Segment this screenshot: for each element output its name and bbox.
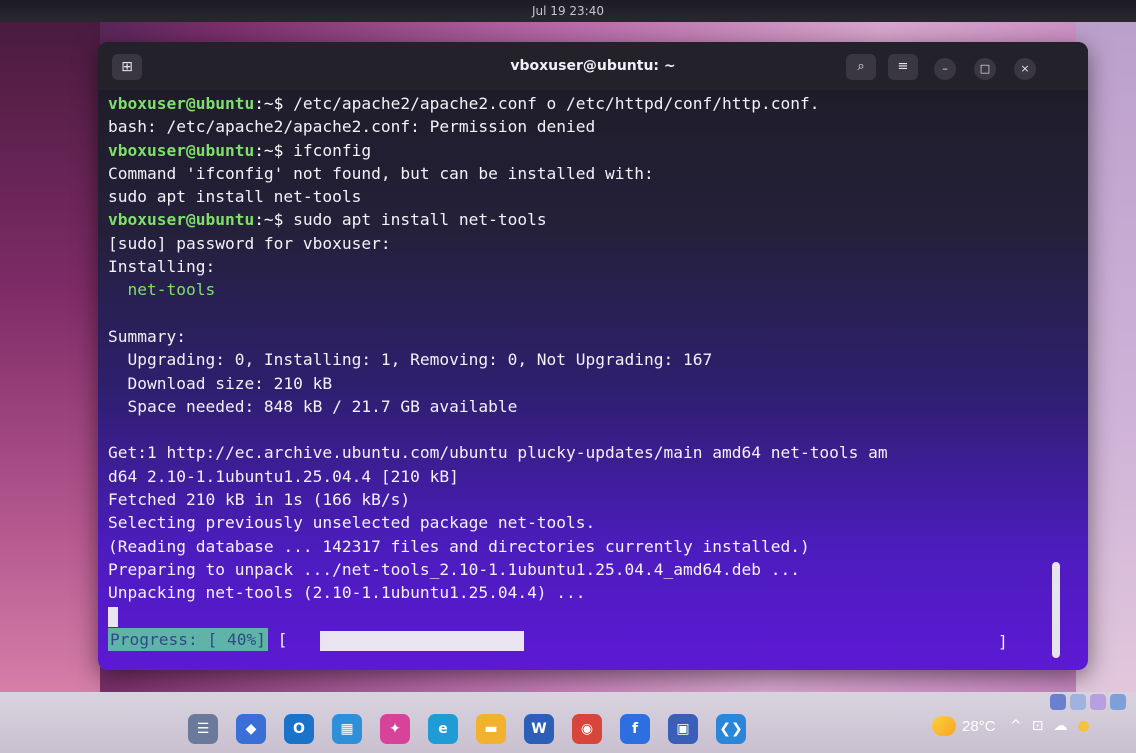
- tray-icon[interactable]: [1090, 694, 1106, 710]
- output-text: Fetched 210 kB in 1s (166 kB/s): [108, 490, 411, 510]
- terminal-line: Installing:: [108, 255, 1058, 278]
- terminal-titlebar[interactable]: ⊞ vboxuser@ubuntu: ~ ⌕ ≡ – □ ×: [98, 42, 1088, 90]
- tray-overflow[interactable]: [1050, 692, 1126, 712]
- host-taskbar: ☰ ◆ O ▦ ✦ e ▬ W ◉ f ▣ ❮❯ 28°C ^ ⊡ ☁ ●: [0, 692, 1136, 753]
- terminal-line: d64 2.10-1.1ubuntu1.25.04.4 [210 kB]: [108, 465, 1058, 488]
- tray-icon[interactable]: [1110, 694, 1126, 710]
- weather-widget[interactable]: 28°C: [932, 716, 996, 736]
- cursor-line: [108, 605, 1058, 628]
- terminal-line: Get:1 http://ec.archive.ubuntu.com/ubunt…: [108, 441, 1058, 464]
- output-text: sudo apt install net-tools: [108, 187, 362, 207]
- output-text: Installing:: [108, 257, 216, 277]
- prompt-user: vboxuser@ubuntu: [108, 140, 255, 160]
- notification-icon[interactable]: ●: [1077, 718, 1089, 734]
- edge-icon[interactable]: e: [428, 714, 458, 744]
- terminal-line: vboxuser@ubuntu:~$ sudo apt install net-…: [108, 208, 1058, 231]
- partly-cloudy-icon: [932, 716, 956, 736]
- desktop-wallpaper-left: [0, 22, 100, 692]
- terminal-line: Command 'ifconfig' not found, but can be…: [108, 162, 1058, 185]
- terminal-line: [sudo] password for vboxuser:: [108, 232, 1058, 255]
- progress-bar-fill: [320, 630, 524, 651]
- output-text: net-tools: [108, 280, 216, 300]
- file-explorer-icon[interactable]: ▬: [476, 714, 506, 744]
- tray-icon[interactable]: [1050, 694, 1066, 710]
- output-text: [sudo] password for vboxuser:: [108, 233, 391, 253]
- progress-label: Progress: [ 40%]: [108, 627, 268, 652]
- facebook-icon[interactable]: f: [620, 714, 650, 744]
- terminal-line: vboxuser@ubuntu:~$ /etc/apache2/apache2.…: [108, 92, 1058, 115]
- output-text: Summary:: [108, 326, 186, 346]
- desktop-top-bar: Jul 19 23:40: [0, 0, 1136, 22]
- terminal-line: Summary:: [108, 325, 1058, 348]
- network-icon[interactable]: ⊡: [1032, 718, 1044, 734]
- command-text: sudo apt install net-tools: [293, 210, 547, 230]
- prompt-path: :~$: [254, 140, 294, 160]
- hamburger-menu-icon[interactable]: ≡: [888, 54, 918, 80]
- chrome-icon[interactable]: ◉: [572, 714, 602, 744]
- prompt-user: vboxuser@ubuntu: [108, 94, 255, 113]
- progress-open-bracket: [: [267, 629, 288, 649]
- output-text: Get:1 http://ec.archive.ubuntu.com/ubunt…: [108, 443, 888, 463]
- prompt-path: :~$: [254, 210, 294, 230]
- output-text: Download size: 210 kB: [108, 373, 333, 393]
- close-icon[interactable]: ×: [1014, 58, 1036, 80]
- prompt-user: vboxuser@ubuntu: [108, 210, 255, 230]
- maximize-icon[interactable]: □: [974, 58, 996, 80]
- terminal-cursor: [108, 607, 118, 628]
- minimize-icon[interactable]: –: [934, 58, 956, 80]
- terminal-line: Selecting previously unselected package …: [108, 511, 1058, 534]
- terminal-window: ⊞ vboxuser@ubuntu: ~ ⌕ ≡ – □ × vboxuser@…: [98, 42, 1088, 670]
- progress-close-bracket: ]: [998, 631, 1008, 651]
- prompt-path: :~$: [254, 94, 294, 113]
- command-text: /etc/apache2/apache2.conf o /etc/httpd/c…: [293, 94, 820, 113]
- terminal-line: Upgrading: 0, Installing: 1, Removing: 0…: [108, 348, 1058, 371]
- output-text: d64 2.10-1.1ubuntu1.25.04.4 [210 kB]: [108, 466, 459, 486]
- search-icon[interactable]: ⌕: [846, 54, 876, 80]
- store-icon[interactable]: ▦: [332, 714, 362, 744]
- outlook-icon[interactable]: O: [284, 714, 314, 744]
- widgets-icon[interactable]: ◆: [236, 714, 266, 744]
- task-view-icon[interactable]: ☰: [188, 714, 218, 744]
- output-text: bash: /etc/apache2/apache2.conf: Permiss…: [108, 117, 596, 137]
- terminal-line: bash: /etc/apache2/apache2.conf: Permiss…: [108, 115, 1058, 138]
- terminal-output[interactable]: vboxuser@ubuntu:~$ /etc/apache2/apache2.…: [108, 92, 1058, 662]
- terminal-line: Download size: 210 kB: [108, 372, 1058, 395]
- output-text: Unpacking net-tools (2.10-1.1ubuntu1.25.…: [108, 583, 586, 603]
- progress-row: Progress: [ 40%] []: [108, 627, 1058, 654]
- taskbar-apps: ☰ ◆ O ▦ ✦ e ▬ W ◉ f ▣ ❮❯: [188, 714, 746, 744]
- output-text: Command 'ifconfig' not found, but can be…: [108, 163, 654, 183]
- terminal-line: Fetched 210 kB in 1s (166 kB/s): [108, 488, 1058, 511]
- terminal-line: Unpacking net-tools (2.10-1.1ubuntu1.25.…: [108, 581, 1058, 604]
- word-icon[interactable]: W: [524, 714, 554, 744]
- virtualbox-icon[interactable]: ▣: [668, 714, 698, 744]
- terminal-line: vboxuser@ubuntu:~$ ifconfig: [108, 139, 1058, 162]
- terminal-line: net-tools: [108, 278, 1058, 301]
- terminal-line: sudo apt install net-tools: [108, 185, 1058, 208]
- system-tray[interactable]: ^ ⊡ ☁ ●: [1010, 718, 1090, 734]
- copilot-icon[interactable]: ✦: [380, 714, 410, 744]
- output-text: Selecting previously unselected package …: [108, 513, 596, 533]
- terminal-line: (Reading database ... 142317 files and d…: [108, 535, 1058, 558]
- output-text: Space needed: 848 kB / 21.7 GB available: [108, 396, 518, 416]
- output-text: Upgrading: 0, Installing: 1, Removing: 0…: [108, 350, 713, 370]
- chevron-up-icon[interactable]: ^: [1010, 718, 1022, 734]
- terminal-line: Space needed: 848 kB / 21.7 GB available: [108, 395, 1058, 418]
- command-text: ifconfig: [293, 140, 372, 160]
- weather-temp: 28°C: [962, 717, 996, 735]
- onedrive-icon[interactable]: ☁: [1053, 718, 1067, 734]
- terminal-scrollbar[interactable]: [1052, 562, 1060, 658]
- vscode-icon[interactable]: ❮❯: [716, 714, 746, 744]
- tray-icon[interactable]: [1070, 694, 1086, 710]
- output-text: (Reading database ... 142317 files and d…: [108, 536, 810, 556]
- output-text: Preparing to unpack .../net-tools_2.10-1…: [108, 559, 800, 579]
- terminal-line: Preparing to unpack .../net-tools_2.10-1…: [108, 558, 1058, 581]
- clock[interactable]: Jul 19 23:40: [532, 4, 604, 18]
